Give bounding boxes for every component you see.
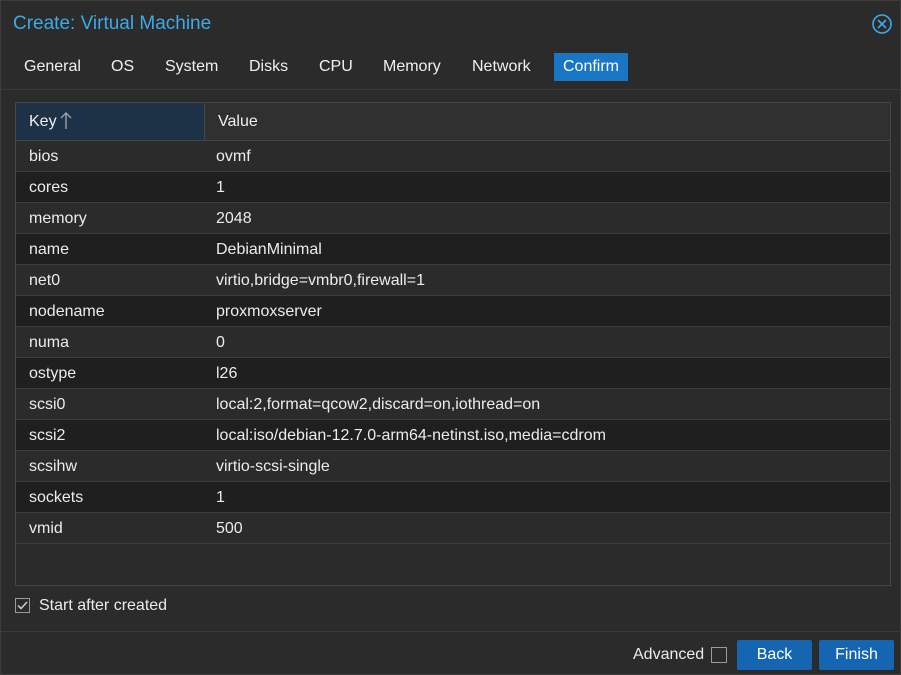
table-row[interactable]: ostype l26 (16, 358, 890, 389)
back-button[interactable]: Back (737, 640, 812, 670)
row-key: name (29, 241, 70, 258)
row-value: 1 (216, 489, 225, 506)
table-row[interactable]: numa 0 (16, 327, 890, 358)
table-row[interactable]: cores 1 (16, 172, 890, 203)
table-row[interactable]: net0 virtio,bridge=vmbr0,firewall=1 (16, 265, 890, 296)
arrow-up-icon (60, 112, 72, 129)
row-value: ovmf (216, 148, 251, 165)
table-row[interactable]: bios ovmf (16, 141, 890, 172)
row-value: 2048 (216, 210, 252, 227)
row-key: net0 (29, 272, 61, 289)
table-row[interactable]: memory 2048 (16, 203, 890, 234)
table-row[interactable]: scsi2 local:iso/debian-12.7.0-arm64-netin… (16, 420, 890, 451)
advanced-label: Advanced (633, 646, 705, 663)
advanced-checkbox[interactable] (711, 647, 727, 663)
table-row[interactable]: name DebianMinimal (16, 234, 890, 265)
tab-system[interactable]: System (156, 53, 227, 81)
finish-button[interactable]: Finish (819, 640, 894, 670)
tab-general[interactable]: General (15, 53, 90, 81)
column-header-key[interactable]: Key (16, 103, 205, 140)
grid-rows: bios ovmf cores 1 memory 2048 name DebianMin… (16, 141, 890, 544)
row-value: 1 (216, 179, 225, 196)
row-key: scsihw (29, 458, 78, 475)
tab-memory[interactable]: Memory (374, 53, 450, 81)
grid-header: Key Value (16, 103, 890, 141)
column-header-value[interactable]: Value (205, 103, 890, 140)
row-key: nodename (29, 303, 105, 320)
row-key: scsi0 (29, 396, 66, 413)
tab-cpu[interactable]: CPU (310, 53, 362, 81)
dialog-titlebar: Create: Virtual Machine (1, 1, 900, 47)
row-key: bios (29, 148, 59, 165)
row-key: ostype (29, 365, 77, 382)
tab-divider (1, 89, 900, 90)
tab-os[interactable]: OS (102, 53, 143, 81)
start-after-created-label: Start after created (39, 597, 168, 614)
tab-confirm[interactable]: Confirm (554, 53, 629, 81)
row-value: local:iso/debian-12.7.0-arm64-netinst.is… (216, 427, 606, 444)
table-row[interactable]: scsihw virtio-scsi-single (16, 451, 890, 482)
table-row[interactable]: sockets 1 (16, 482, 890, 513)
close-icon[interactable] (871, 13, 893, 35)
column-header-key-label: Key (29, 113, 57, 130)
tab-network[interactable]: Network (463, 53, 540, 81)
row-key: cores (29, 179, 69, 196)
row-key: vmid (29, 520, 63, 537)
row-key: sockets (29, 489, 84, 506)
create-vm-dialog: Create: Virtual Machine General OS Syste… (0, 0, 901, 675)
table-row[interactable]: nodename proxmoxserver (16, 296, 890, 327)
table-row[interactable]: scsi0 local:2,format=qcow2,discard=on,iot… (16, 389, 890, 420)
table-row[interactable]: vmid 500 (16, 513, 890, 544)
column-header-value-label: Value (218, 113, 258, 130)
row-key: numa (29, 334, 70, 351)
row-value: virtio,bridge=vmbr0,firewall=1 (216, 272, 425, 289)
row-value: virtio-scsi-single (216, 458, 330, 475)
confirm-grid: Key Value bios ovmf cores 1 memory 2048 nam… (15, 102, 891, 586)
dialog-title: Create: Virtual Machine (13, 13, 212, 34)
row-value: DebianMinimal (216, 241, 322, 258)
row-value: 0 (216, 334, 225, 351)
checkbox-checked-icon[interactable] (15, 598, 30, 613)
tab-disks[interactable]: Disks (240, 53, 297, 81)
footer-divider (1, 631, 900, 632)
row-value: l26 (216, 365, 238, 382)
wizard-tabs: General OS System Disks CPU Memory Netwo… (1, 51, 900, 83)
row-key: memory (29, 210, 87, 227)
row-value: proxmoxserver (216, 303, 322, 320)
row-value: local:2,format=qcow2,discard=on,iothread… (216, 396, 541, 413)
row-key: scsi2 (29, 427, 66, 444)
row-value: 500 (216, 520, 243, 537)
